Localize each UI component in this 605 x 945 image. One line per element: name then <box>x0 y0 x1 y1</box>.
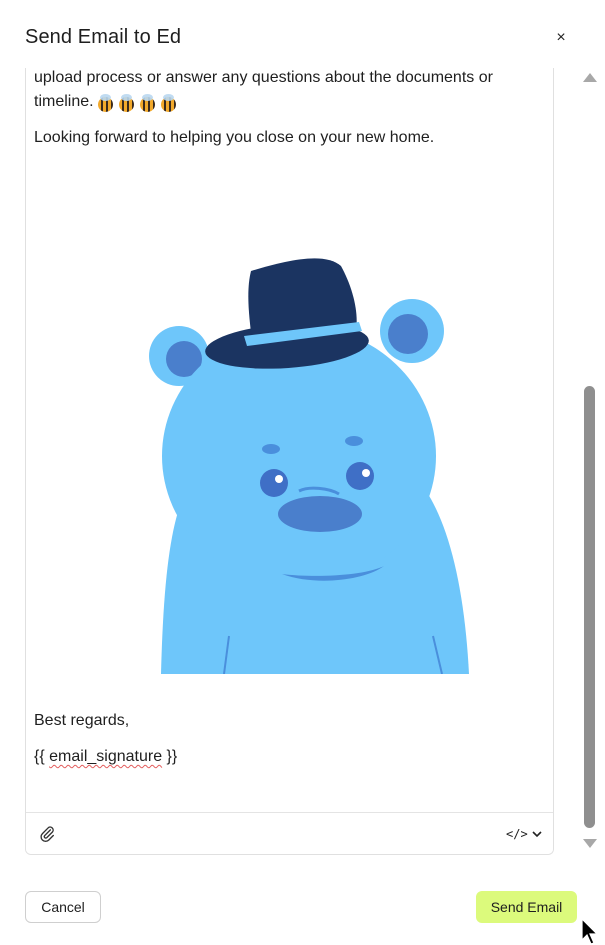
cancel-button[interactable]: Cancel <box>25 891 101 923</box>
chevron-down-icon <box>532 831 542 838</box>
paperclip-icon[interactable] <box>38 825 56 843</box>
bee-icon <box>160 94 176 113</box>
signature-line[interactable]: {{ email_signature }} <box>34 745 539 769</box>
scroll-up-arrow-icon[interactable] <box>583 73 597 82</box>
bee-icon <box>139 94 155 113</box>
send-email-button[interactable]: Send Email <box>476 891 577 923</box>
signature-var-text: email_signature <box>49 748 163 765</box>
body-paragraph-1[interactable]: upload process or answer any questions a… <box>34 66 539 117</box>
scroll-down-arrow-icon[interactable] <box>583 839 597 848</box>
code-view-toggle[interactable]: </> <box>506 825 546 843</box>
editor-scrollbar[interactable] <box>580 68 598 858</box>
bee-icon <box>97 94 113 113</box>
send-email-modal: upload process or answer any questions a… <box>0 0 605 945</box>
closing-line[interactable]: Best regards, <box>34 709 539 733</box>
bee-emoji-row <box>97 93 182 117</box>
email-editor: upload process or answer any questions a… <box>25 0 554 855</box>
code-icon: </> <box>506 827 528 841</box>
email-body-editor[interactable]: upload process or answer any questions a… <box>26 0 553 812</box>
body-paragraph-2[interactable]: Looking forward to helping you close on … <box>34 126 539 150</box>
bee-icon <box>118 94 134 113</box>
scroll-thumb[interactable] <box>584 386 595 828</box>
editor-toolbar: </> <box>26 812 553 854</box>
modal-title: Send Email to Ed <box>25 26 182 48</box>
mouse-pointer-icon <box>581 918 599 945</box>
close-icon[interactable]: × <box>552 28 570 48</box>
signature-variable: email_signature <box>49 748 162 765</box>
bear-illustration[interactable] <box>124 256 484 674</box>
signature-close: }} <box>162 748 178 765</box>
modal-header: Send Email to Ed × <box>0 0 600 68</box>
signature-open: {{ <box>34 748 50 765</box>
